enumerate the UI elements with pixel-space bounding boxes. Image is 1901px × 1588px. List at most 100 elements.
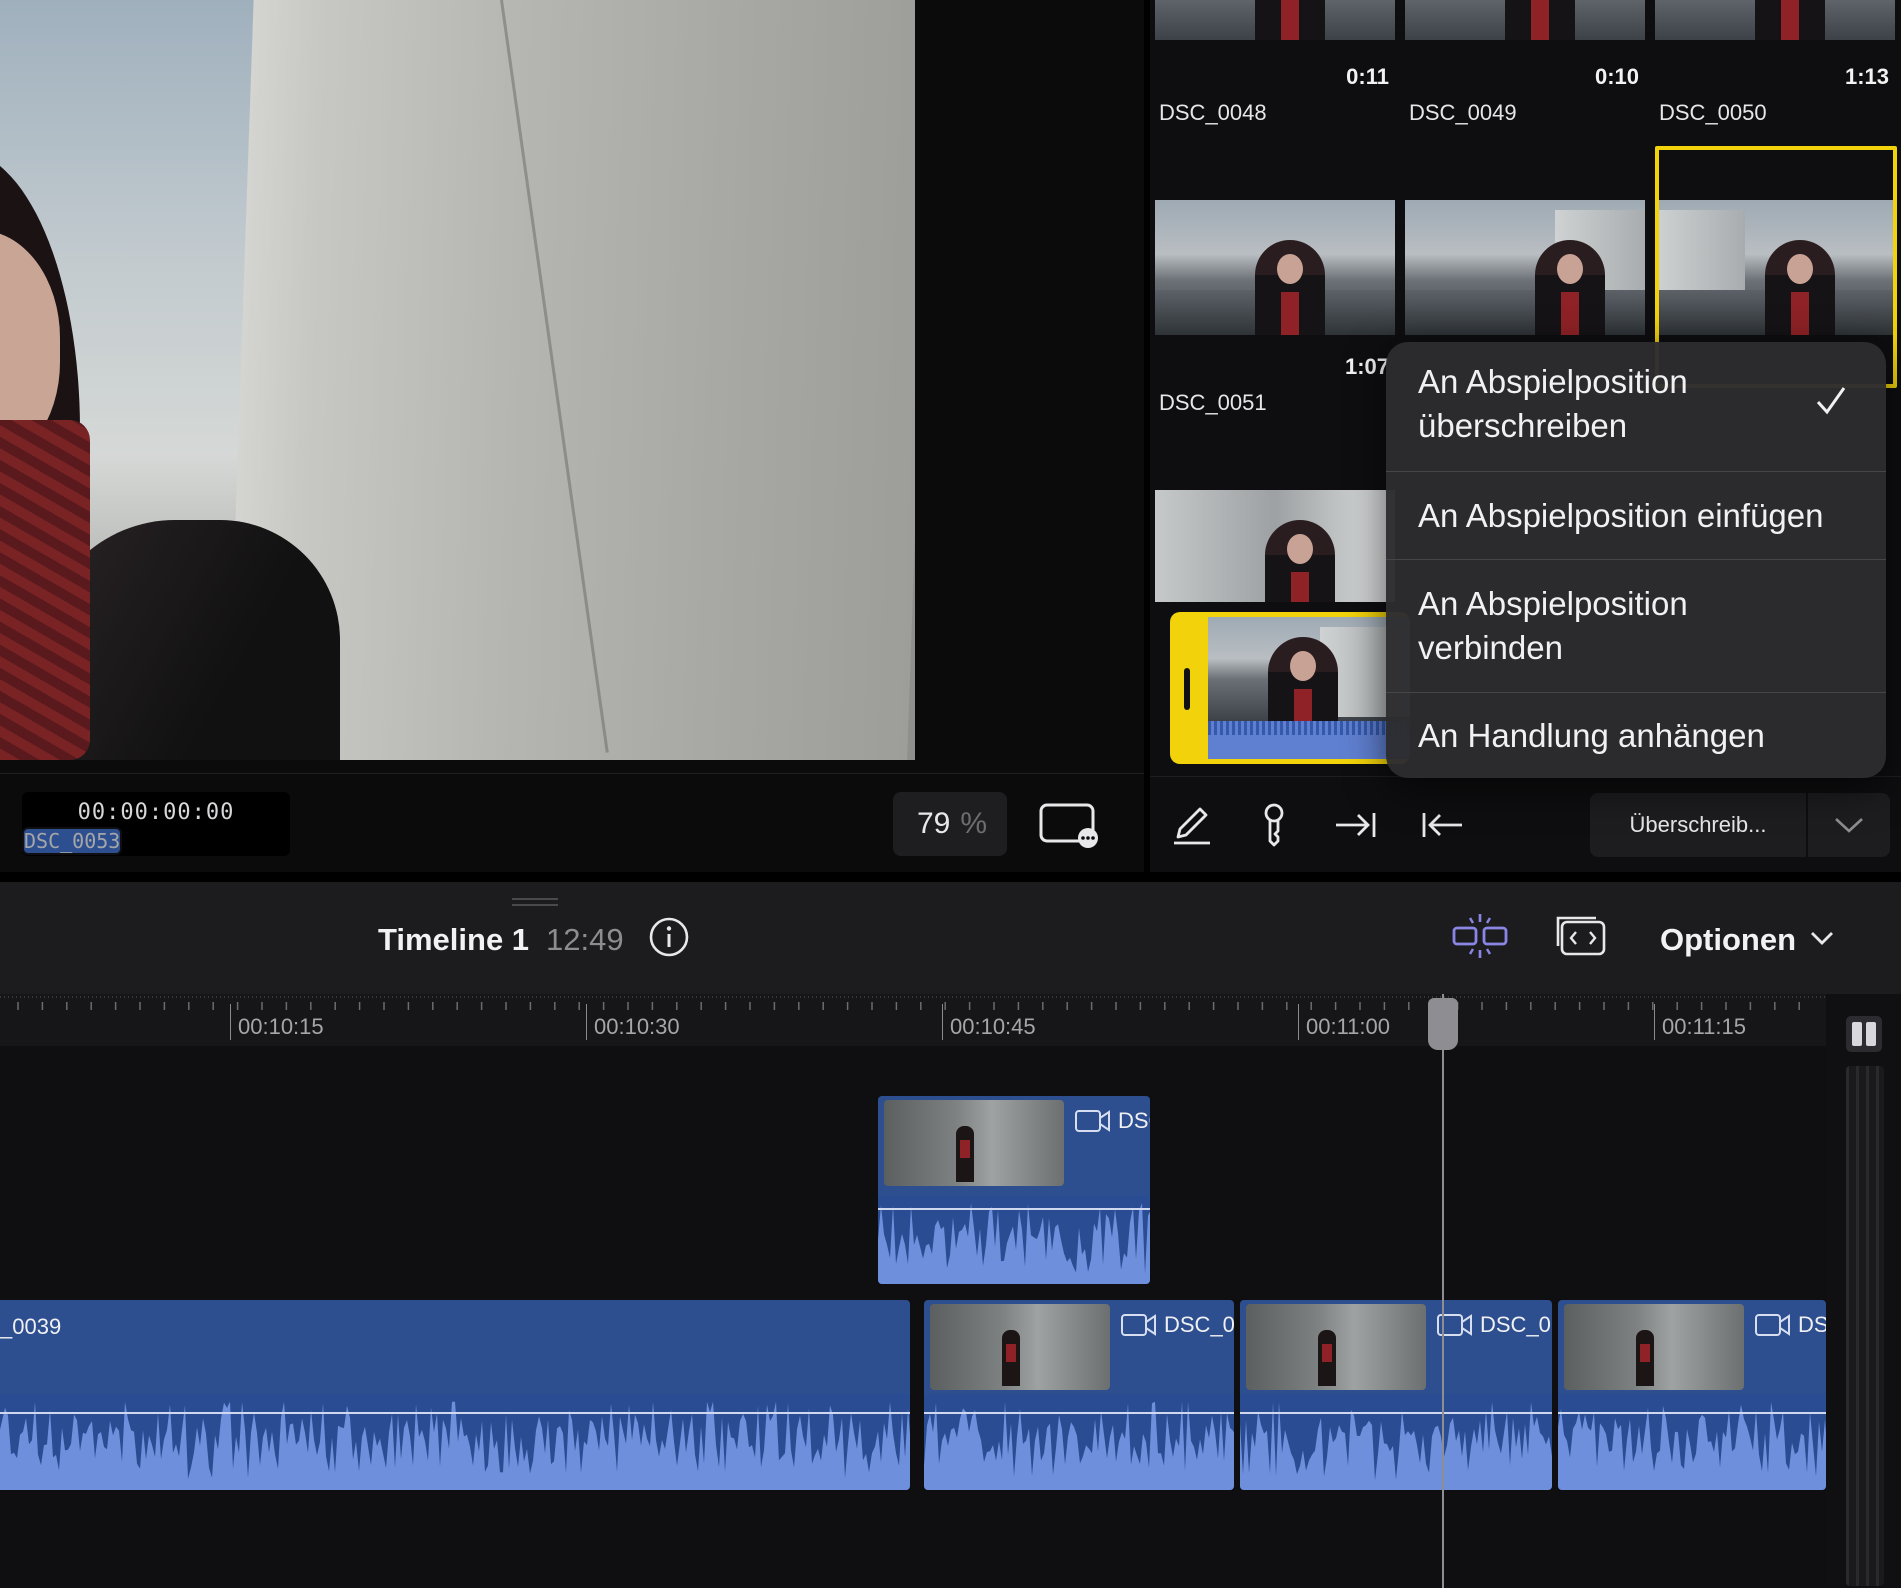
clip-duration: 0:11 [1346, 64, 1389, 89]
primary-clip[interactable]: DS [1556, 1298, 1828, 1492]
browser-toolbar: Überschreib... [1150, 776, 1901, 872]
set-out-point-icon[interactable] [1418, 801, 1466, 849]
ruler-major-tick [230, 1004, 231, 1040]
ruler-major-tick [1654, 1004, 1655, 1040]
primary-clip[interactable]: _0039 [0, 1298, 912, 1492]
video-subject-scarf [0, 420, 90, 760]
viewer-toolbar: 00:00:00:00 DSC_0053 79% [0, 773, 1144, 872]
volume-line[interactable] [1558, 1412, 1826, 1414]
clip-duration: 0:10 [1594, 64, 1639, 89]
primary-clip[interactable]: DSC_0 [922, 1298, 1236, 1492]
clip-audio-waveform [1558, 1394, 1826, 1490]
clip-cell[interactable] [1405, 200, 1645, 340]
edit-mode-menu: An Abspielposition überschreiben An Absp… [1386, 342, 1886, 778]
audio-meters [1826, 994, 1901, 1588]
ruler-label: 00:10:45 [950, 1014, 1036, 1039]
clip-cell[interactable] [1155, 490, 1395, 602]
clip-video-thumbnail [930, 1304, 1110, 1390]
clip-name: DSC_0049 [1409, 100, 1517, 125]
clip-name: DSC_0050 [1659, 100, 1767, 125]
ruler-major-tick [1298, 1004, 1299, 1040]
ruler-label: 00:10:15 [238, 1014, 324, 1039]
set-in-point-icon[interactable] [1332, 801, 1380, 849]
clip-thumbnail [1155, 490, 1395, 602]
clip-video-thumbnail [1246, 1304, 1426, 1390]
clip-thumbnail [1405, 0, 1645, 40]
clip-duration: 1:07 [1344, 354, 1389, 379]
menu-item-connect[interactable]: An Abspielposition verbinden [1386, 582, 1766, 670]
video-camera-icon [1120, 1312, 1158, 1338]
zoom-control[interactable]: 79% [893, 792, 1007, 856]
clip-audio-waveform [924, 1394, 1234, 1490]
primary-clip[interactable]: DSC_0 [1238, 1298, 1554, 1492]
zoom-value: 79 [917, 807, 951, 840]
volume-line[interactable] [0, 1412, 910, 1414]
menu-item-label: An Abspielposition verbinden [1418, 585, 1688, 666]
snapping-icon[interactable] [1450, 912, 1510, 960]
ruler-label: 00:11:15 [1662, 1014, 1747, 1039]
clip-name: _0039 [0, 1314, 62, 1339]
clip-name: DSC_0 [1164, 1312, 1235, 1337]
chevron-down-icon[interactable] [1808, 793, 1890, 857]
clip-cell[interactable]: 0:11 DSC_0048 [1155, 0, 1395, 130]
volume-line[interactable] [1240, 1412, 1552, 1414]
viewer-video-frame[interactable] [0, 0, 915, 760]
clip-thumbnail [1655, 0, 1895, 40]
clip-audio-waveform [1240, 1394, 1552, 1490]
clip-cell[interactable]: 1:13 DSC_0050 [1655, 0, 1895, 130]
timeline-header: Timeline 1 12:49 Optionen [0, 882, 1901, 994]
clip-thumbnail [1155, 200, 1395, 335]
viewer-timeline-divider[interactable] [0, 872, 1901, 882]
clip-thumbnail [1405, 200, 1645, 335]
selected-clip-filmstrip[interactable] [1170, 612, 1410, 764]
menu-item-append[interactable]: An Handlung anhängen [1386, 714, 1886, 758]
checkmark-icon [1814, 384, 1848, 418]
menu-separator [1386, 471, 1886, 472]
filmstrip-audio-waveform [1208, 721, 1410, 759]
clip-name: DSC_0051 [1159, 390, 1267, 415]
playhead[interactable] [1442, 994, 1444, 1588]
ruler-label: 00:11:00 [1306, 1014, 1391, 1039]
clip-video-thumbnail [884, 1100, 1064, 1186]
timeline-tracks[interactable]: DSC _0039 DSC_0 [0, 1046, 1828, 1588]
options-button[interactable]: Optionen [1660, 922, 1796, 958]
range-start-handle[interactable] [1184, 668, 1190, 710]
volume-line[interactable] [924, 1412, 1234, 1414]
menu-item-label: An Handlung anhängen [1418, 717, 1765, 754]
timeline-title: Timeline 1 [378, 922, 530, 957]
audio-meter-icon[interactable] [1844, 1014, 1884, 1054]
clip-audio-waveform [0, 1394, 910, 1490]
keyword-key-icon[interactable] [1250, 801, 1298, 849]
timecode-clip-name: DSC_0053 [22, 827, 123, 855]
playhead-handle[interactable] [1428, 998, 1458, 1050]
video-camera-icon [1074, 1108, 1112, 1134]
menu-item-label: An Abspielposition überschreiben [1418, 363, 1688, 444]
menu-separator [1386, 559, 1886, 560]
info-icon[interactable] [648, 916, 690, 958]
edit-mode-button[interactable]: Überschreib... [1590, 793, 1806, 857]
display-options-icon[interactable] [1038, 802, 1102, 848]
pencil-icon[interactable] [1168, 801, 1216, 849]
clip-appearance-icon[interactable] [1556, 912, 1608, 960]
clip-video-thumbnail [1564, 1304, 1744, 1390]
ruler-major-tick [586, 1004, 587, 1040]
clip-name: DS [1798, 1312, 1828, 1337]
timeline-body: 00:10:15 00:10:30 00:10:45 00:11:00 00:1… [0, 994, 1901, 1588]
volume-line[interactable] [878, 1208, 1150, 1210]
menu-item-overwrite[interactable]: An Abspielposition überschreiben [1386, 360, 1806, 448]
resize-grip-icon[interactable] [512, 898, 558, 906]
ruler-major-tick [942, 1004, 943, 1040]
clip-duration: 1:13 [1844, 64, 1889, 89]
menu-separator [1386, 692, 1886, 693]
timecode-display[interactable]: 00:00:00:00 DSC_0053 [22, 792, 290, 856]
connected-clip[interactable]: DSC [876, 1094, 1152, 1286]
clip-cell[interactable]: 1:07 DSC_0051 [1155, 200, 1395, 420]
time-ruler[interactable]: 00:10:15 00:10:30 00:10:45 00:11:00 00:1… [0, 994, 1826, 1046]
clip-cell[interactable]: 0:10 DSC_0049 [1405, 0, 1645, 130]
clip-name: DSC_0048 [1159, 100, 1267, 125]
clip-thumbnail [1155, 0, 1395, 40]
menu-item-insert[interactable]: An Abspielposition einfügen [1386, 494, 1886, 538]
timeline-duration: 12:49 [546, 922, 624, 957]
chevron-down-icon[interactable] [1808, 924, 1836, 952]
zoom-unit: % [960, 807, 988, 840]
